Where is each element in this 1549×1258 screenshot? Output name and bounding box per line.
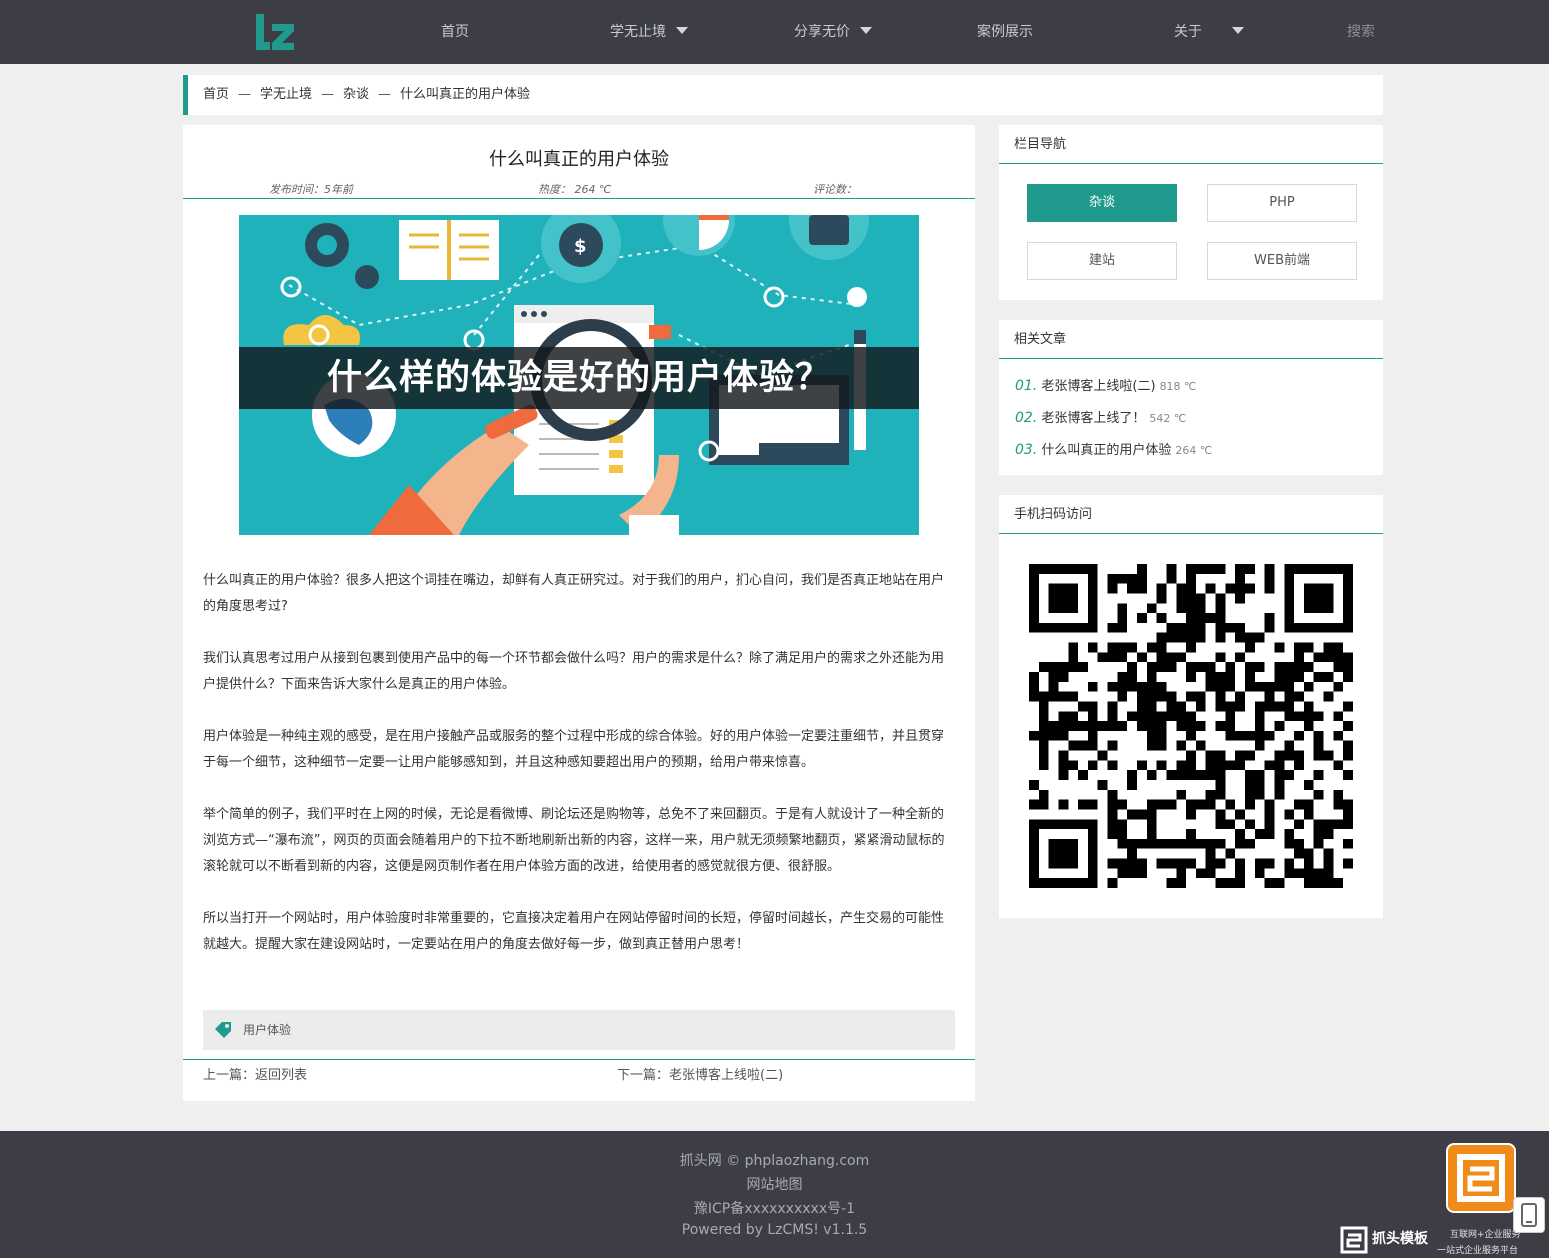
svg-text:$: $ (574, 236, 587, 257)
breadcrumb-separator: — (378, 87, 392, 102)
footer-icp-link[interactable]: 豫ICP备xxxxxxxxxx号-1 (694, 1201, 855, 1217)
nav-home-label: 首页 (441, 24, 469, 40)
footer-powered-by: Powered by LzCMS! v1.1.5 (681, 1222, 868, 1238)
watermark-logo-icon (1340, 1226, 1368, 1254)
widget-title: 相关文章 (999, 320, 1383, 359)
breadcrumb-home[interactable]: 首页 (203, 87, 229, 102)
article-tags: 用户体验 (203, 1010, 955, 1050)
category-button-php[interactable]: PHP (1207, 184, 1357, 222)
related-article-heat: 264 ℃ (1175, 444, 1213, 457)
article-paragraph: 什么叫真正的用户体验？很多人把这个词挂在嘴边，却鲜有人真正研究过。对于我们的用户… (203, 573, 945, 614)
nav-home[interactable]: 首页 (441, 0, 469, 64)
top-navbar: 首页 学无止境 分享无价 案例展示 关于 搜索 (0, 0, 1549, 64)
category-button-zatan[interactable]: 杂谈 (1027, 184, 1177, 222)
widget-title: 栏目导航 (999, 125, 1383, 164)
breadcrumb-separator: — (238, 87, 252, 102)
article-body: 什么叫真正的用户体验？很多人把这个词挂在嘴边，却鲜有人真正研究过。对于我们的用户… (203, 568, 951, 984)
related-articles-widget: 相关文章 01. 老张博客上线啦(二) 818 ℃ 02. 老张博客上线了！ 542… (999, 320, 1383, 475)
related-article-number: 02. (1015, 410, 1038, 426)
nav-search[interactable]: 搜索 (1347, 0, 1375, 64)
breadcrumb-separator: — (321, 87, 335, 102)
category-nav-widget: 栏目导航 杂谈 PHP 建站 WEB前端 (999, 125, 1383, 300)
related-article-item[interactable]: 03. 什么叫真正的用户体验 264 ℃ (1015, 439, 1212, 458)
footer-sitemap-row: 网站地图 (0, 1174, 1549, 1194)
site-footer: 抓头网 © phplaozhang.com 网站地图 豫ICP备xxxxxxxx… (0, 1131, 1549, 1258)
nav-cases[interactable]: 案例展示 (977, 0, 1033, 64)
breadcrumb: 首页 — 学无止境 — 杂谈 — 什么叫真正的用户体验 (183, 75, 1383, 115)
footer-icp-row: 豫ICP备xxxxxxxxxx号-1 (0, 1198, 1549, 1218)
article-hero-image: $ 什么样的体验是好的用户体验？ (239, 215, 919, 535)
related-article-number: 03. (1015, 442, 1038, 458)
article-panel: 什么叫真正的用户体验 发布时间：5年前 热度： 264 ℃ 评论数： $ 什么样… (183, 125, 975, 1101)
qr-code-widget: 手机扫码访问 (999, 495, 1383, 918)
watermark-subtitle: 互联网+企业服务 (1450, 1230, 1521, 1240)
breadcrumb-study[interactable]: 学无止境 (260, 87, 312, 102)
nav-about-label: 关于 (1174, 24, 1202, 40)
qr-finder-pattern (1303, 583, 1334, 614)
watermark-subtitle: 一站式企业服务平台 (1437, 1246, 1519, 1256)
footer-sitemap-link[interactable]: 网站地图 (747, 1177, 803, 1193)
nav-study-label: 学无止境 (610, 24, 666, 40)
nav-share-label: 分享无价 (794, 24, 850, 40)
article-comment-count: 评论数： (813, 183, 857, 196)
site-logo[interactable] (254, 12, 296, 52)
qr-code-image (1029, 564, 1353, 888)
phone-icon (1521, 1203, 1537, 1227)
article-publish-time: 发布时间：5年前 (269, 183, 353, 196)
related-article-item[interactable]: 01. 老张博客上线啦(二) 818 ℃ (1015, 375, 1196, 394)
article-title: 什么叫真正的用户体验 (489, 149, 669, 170)
footer-copyright: 抓头网 © phplaozhang.com (679, 1153, 870, 1169)
article-paragraph: 我们认真思考过用户从接到包裹到使用产品中的每一个环节都会做什么吗？用户的需求是什… (203, 651, 945, 692)
chevron-down-icon (1232, 26, 1244, 34)
related-article-title: 老张博客上线啦(二) (1041, 379, 1156, 394)
next-article-link[interactable]: 下一篇：老张博客上线啦(二) (617, 1065, 783, 1087)
chevron-down-icon (676, 26, 688, 34)
nav-about[interactable]: 关于 (1174, 0, 1244, 64)
related-article-heat: 542 ℃ (1149, 412, 1187, 425)
breadcrumb-category[interactable]: 杂谈 (343, 87, 369, 102)
article-paragraph: 举个简单的例子，我们平时在上网的时候，无论是看微博、刷论坛还是购物等，总免不了来… (203, 807, 945, 874)
prev-article-link[interactable]: 上一篇：返回列表 (203, 1065, 307, 1087)
related-article-title: 什么叫真正的用户体验 (1041, 443, 1172, 458)
divider (183, 1059, 975, 1060)
qr-finder-pattern (1048, 838, 1079, 869)
tag-icon (215, 1022, 231, 1038)
nav-cases-label: 案例展示 (977, 24, 1033, 40)
tag-link[interactable]: 用户体验 (243, 1010, 291, 1050)
qr-finder-pattern (1048, 583, 1079, 614)
related-article-number: 01. (1015, 378, 1038, 394)
widget-title: 手机扫码访问 (999, 495, 1383, 534)
related-article-item[interactable]: 02. 老张博客上线了！ 542 ℃ (1015, 407, 1186, 426)
category-button-jianzhan[interactable]: 建站 (1027, 242, 1177, 280)
side-tool-button[interactable] (1513, 1197, 1545, 1233)
category-button-web-frontend[interactable]: WEB前端 (1207, 242, 1357, 280)
watermark-brand: 抓头模板 (1372, 1231, 1428, 1247)
article-paragraph: 所以当打开一个网站时，用户体验度时非常重要的，它直接决定着用户在网站停留时间的长… (203, 911, 945, 952)
article-paragraph: 用户体验是一种纯主观的感受，是在用户接触产品或服务的整个过程中形成的综合体验。好… (203, 729, 945, 770)
nav-study[interactable]: 学无止境 (610, 0, 688, 64)
hero-caption: 什么样的体验是好的用户体验？ (326, 358, 831, 398)
divider (183, 198, 975, 199)
related-article-title: 老张博客上线了！ (1041, 411, 1146, 426)
brand-logo-icon (1457, 1154, 1505, 1202)
nav-share[interactable]: 分享无价 (794, 0, 872, 64)
related-article-heat: 818 ℃ (1159, 380, 1197, 393)
article-heat: 热度： 264 ℃ (538, 183, 612, 196)
chevron-down-icon (860, 26, 872, 34)
breadcrumb-current: 什么叫真正的用户体验 (400, 87, 531, 102)
floating-brand-badge[interactable] (1446, 1143, 1516, 1213)
